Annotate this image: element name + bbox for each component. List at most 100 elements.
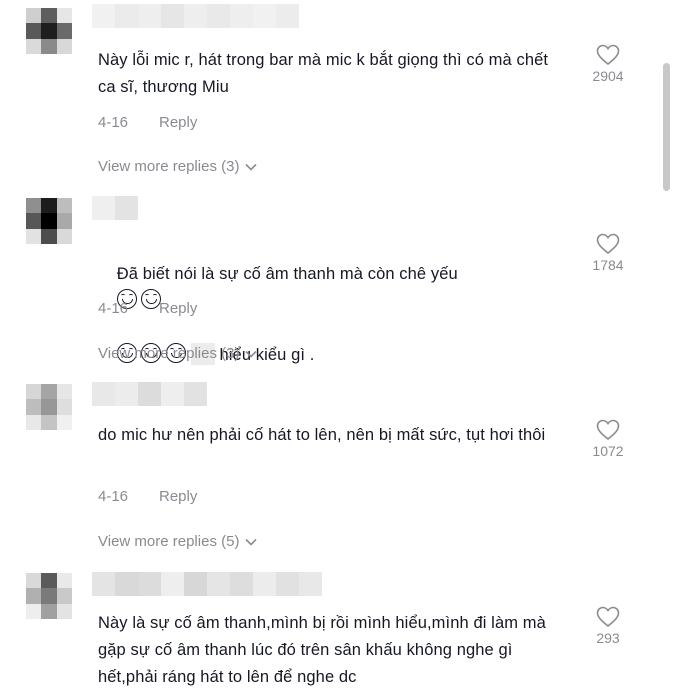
avatar-pixel	[26, 414, 42, 430]
like-control: 1784	[584, 233, 632, 273]
avatar-pixel	[41, 8, 57, 24]
avatar-pixel	[56, 213, 72, 229]
avatar-pixel	[56, 228, 72, 244]
avatar-pixel	[41, 603, 57, 619]
heart-icon[interactable]	[596, 419, 620, 441]
like-count: 1072	[592, 443, 624, 459]
comment-text: do mic hư nên phải cố hát to lên, nên bị…	[98, 426, 546, 444]
comment-date: 4-16	[98, 300, 129, 317]
username-pixel	[230, 572, 253, 596]
heart-icon[interactable]	[596, 44, 620, 66]
username-pixel	[115, 196, 138, 220]
username-pixel	[184, 382, 207, 406]
reply-button[interactable]: Reply	[159, 300, 197, 317]
avatar-pixel	[56, 588, 72, 604]
reply-button[interactable]: Reply	[159, 114, 197, 131]
avatar-pixel	[41, 384, 57, 400]
avatar-pixel	[41, 399, 57, 415]
like-control: 1072	[584, 419, 632, 459]
avatar-pixel	[41, 213, 57, 229]
like-count: 293	[596, 630, 620, 646]
avatar[interactable]	[26, 198, 72, 244]
avatar-pixel	[26, 228, 42, 244]
avatar-pixel	[41, 23, 57, 39]
view-more-replies-label: View more replies (5)	[98, 533, 240, 550]
comment-meta: 4-16 Reply	[98, 487, 197, 507]
avatar-pixel	[41, 198, 57, 214]
avatar-pixel	[56, 573, 72, 589]
heart-icon[interactable]	[596, 233, 620, 255]
username-pixel	[184, 572, 207, 596]
avatar-pixel	[41, 588, 57, 604]
like-count: 1784	[592, 257, 624, 273]
username-pixel	[184, 4, 207, 28]
like-count: 2904	[592, 68, 624, 84]
username-pixel	[161, 382, 184, 406]
username-pixel	[138, 572, 161, 596]
username-pixel	[138, 382, 161, 406]
username-pixel	[276, 572, 299, 596]
comment-text-part: Đã biết nói là sự cố âm thanh mà còn chê…	[116, 265, 458, 283]
username-pixel	[115, 572, 138, 596]
avatar[interactable]	[26, 384, 72, 430]
view-more-replies-button[interactable]: View more replies (3)	[98, 157, 258, 177]
username-pixel	[115, 4, 138, 28]
avatar[interactable]	[26, 8, 72, 54]
username-blurred[interactable]	[92, 196, 138, 220]
avatar-pixel	[26, 588, 42, 604]
avatar-pixel	[26, 38, 42, 54]
comment-text: Này là sự cố âm thanh,mình bị rồi mình h…	[98, 614, 551, 686]
reply-button[interactable]: Reply	[159, 488, 197, 505]
avatar-pixel	[56, 23, 72, 39]
avatar-pixel	[56, 603, 72, 619]
heart-icon[interactable]	[596, 606, 620, 628]
username-pixel	[207, 572, 230, 596]
comment-text: Này lỗi mic r, hát trong bar mà mic k bắ…	[98, 51, 553, 96]
avatar-pixel	[26, 198, 42, 214]
chevron-down-icon	[245, 350, 258, 358]
username-blurred[interactable]	[92, 4, 299, 28]
chevron-down-icon	[245, 538, 258, 546]
avatar-pixel	[26, 8, 42, 24]
username-pixel	[207, 4, 230, 28]
username-pixel	[230, 4, 253, 28]
avatar-pixel	[26, 573, 42, 589]
avatar-pixel	[26, 399, 42, 415]
avatar-pixel	[41, 414, 57, 430]
username-pixel	[92, 382, 115, 406]
chevron-down-icon	[245, 163, 258, 171]
view-more-replies-label: View more replies (3)	[98, 345, 240, 362]
username-pixel	[253, 572, 276, 596]
avatar-pixel	[56, 384, 72, 400]
username-pixel	[276, 4, 299, 28]
username-pixel	[92, 196, 115, 220]
avatar-pixel	[26, 603, 42, 619]
avatar-pixel	[26, 213, 42, 229]
username-pixel	[253, 4, 276, 28]
avatar-pixel	[56, 399, 72, 415]
avatar[interactable]	[26, 573, 72, 619]
comment-date: 4-16	[98, 114, 129, 131]
username-pixel	[161, 572, 184, 596]
comment-meta: 4-16 Reply	[98, 113, 197, 133]
username-pixel	[92, 572, 115, 596]
scrollbar-thumb[interactable]	[663, 63, 670, 191]
username-pixel	[92, 4, 115, 28]
avatar-pixel	[56, 8, 72, 24]
username-pixel	[138, 4, 161, 28]
like-control: 2904	[584, 44, 632, 84]
username-pixel	[161, 4, 184, 28]
view-more-replies-button[interactable]: View more replies (5)	[98, 532, 258, 552]
avatar-pixel	[41, 38, 57, 54]
avatar-pixel	[41, 228, 57, 244]
avatar-pixel	[56, 198, 72, 214]
username-blurred[interactable]	[92, 382, 207, 406]
avatar-pixel	[56, 414, 72, 430]
avatar-pixel	[41, 573, 57, 589]
username-blurred[interactable]	[92, 572, 322, 596]
view-more-replies-button[interactable]: View more replies (3)	[98, 344, 258, 364]
comment-meta: 4-16 Reply	[98, 299, 197, 319]
username-pixel	[115, 382, 138, 406]
avatar-pixel	[56, 38, 72, 54]
view-more-replies-label: View more replies (3)	[98, 158, 240, 175]
